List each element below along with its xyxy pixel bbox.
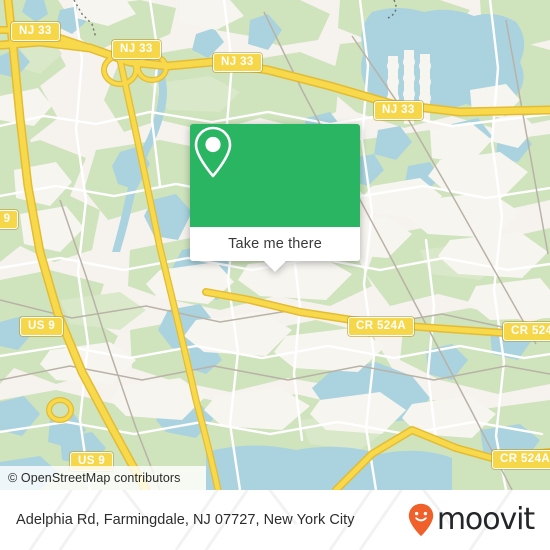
moovit-map-screen: NJ 33NJ 33NJ 33NJ 33S 9US 9US 9CR 524ACR… [0, 0, 550, 550]
map-canvas[interactable]: NJ 33NJ 33NJ 33NJ 33S 9US 9US 9CR 524ACR… [0, 0, 550, 490]
moovit-wordmark: moovit [436, 502, 535, 537]
take-me-there-button[interactable]: Take me there [190, 227, 360, 272]
map-pin-icon [194, 126, 232, 178]
road-shield: NJ 33 [213, 53, 262, 72]
popup-header [190, 124, 360, 227]
footer-bar: Adelphia Rd, Farmingdale, NJ 07727, New … [0, 490, 550, 550]
moovit-logo[interactable]: moovit [408, 502, 535, 537]
road-shield: NJ 33 [11, 22, 60, 41]
road-shield: CR 524A [348, 317, 415, 336]
take-me-there-label: Take me there [228, 236, 322, 252]
road-shield: S 9 [0, 210, 19, 229]
osm-attribution[interactable]: © OpenStreetMap contributors [0, 466, 206, 490]
road-shield: CR 524A [503, 322, 550, 341]
popup-pointer [264, 261, 286, 272]
moovit-pin-icon [408, 503, 434, 537]
location-popup[interactable]: Take me there [190, 124, 360, 272]
road-shield: CR 524A [492, 450, 550, 469]
osm-attribution-text: © OpenStreetMap contributors [8, 471, 181, 485]
road-shield: NJ 33 [374, 101, 423, 120]
address-label: Adelphia Rd, Farmingdale, NJ 07727, New … [16, 512, 355, 528]
road-shield: NJ 33 [112, 40, 161, 59]
road-shield: US 9 [20, 317, 64, 336]
